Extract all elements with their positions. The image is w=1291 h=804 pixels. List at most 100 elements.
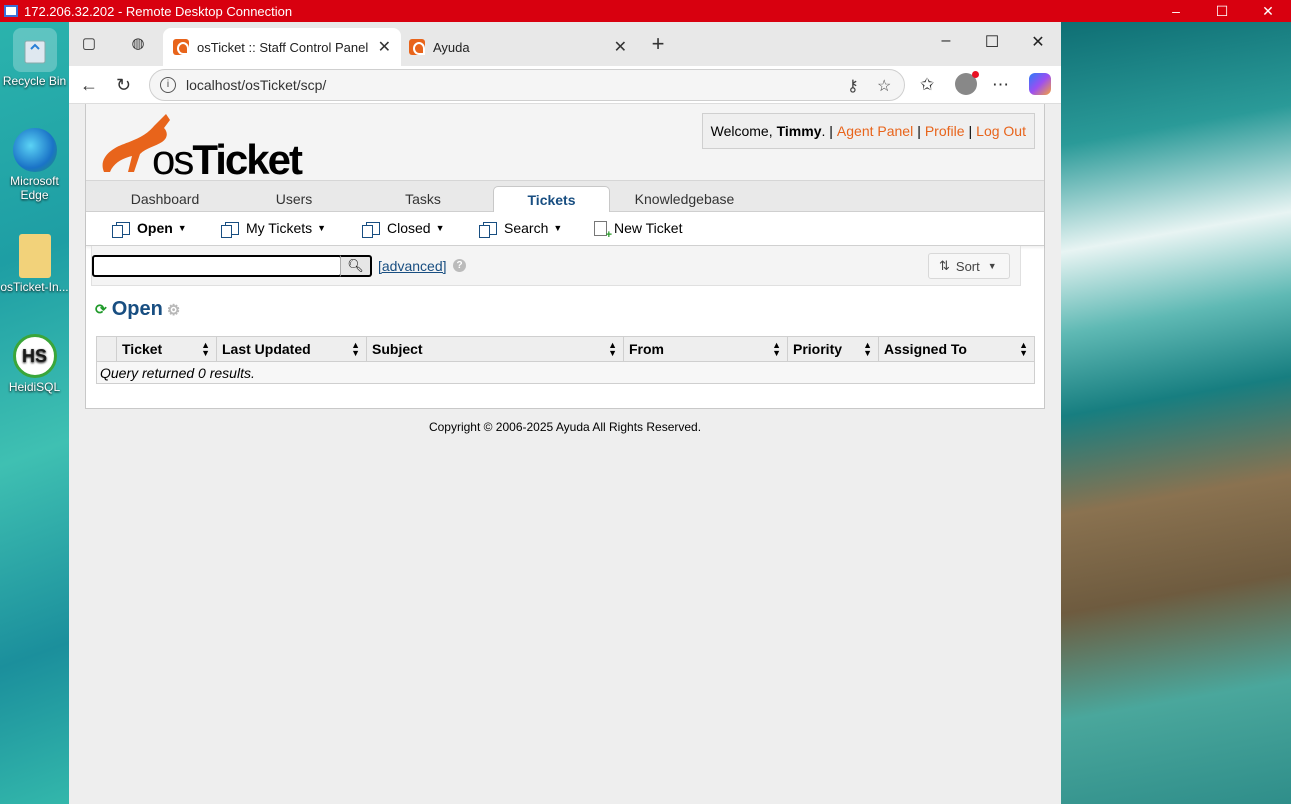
favorite-star-icon[interactable]: ☆: [877, 76, 891, 96]
profile-link[interactable]: Profile: [925, 123, 965, 139]
column-header-ticket[interactable]: Ticket ▲ ▼: [116, 336, 217, 362]
site-info-icon[interactable]: i: [160, 77, 176, 93]
caret-down-icon: ▼: [317, 223, 327, 233]
desktop-icon-edge[interactable]: Microsoft Edge: [0, 128, 69, 202]
rdp-close-button[interactable]: ✕: [1245, 0, 1291, 22]
browser-maximize-button[interactable]: ☐: [977, 32, 1007, 54]
username: Timmy: [776, 123, 822, 139]
sort-dropdown[interactable]: ⇅ Sort ▼: [928, 253, 1010, 279]
subnav-label: My Tickets: [246, 220, 313, 236]
footer-copyright: Copyright © 2006-2025 Ayuda All Rights R…: [428, 420, 702, 434]
desktop-wallpaper-left: Recycle Bin Microsoft Edge osTicket-In..…: [0, 22, 69, 804]
sort-arrows-icon: ▲ ▼: [772, 340, 781, 358]
tab-close-icon[interactable]: ✕: [378, 37, 391, 57]
osticket-logo[interactable]: osTicket: [94, 110, 303, 183]
subnav-label: Open: [137, 220, 173, 236]
desktop-wallpaper-right: [1061, 22, 1291, 804]
tab-knowledgebase[interactable]: Knowledgebase: [616, 186, 753, 213]
tab-label: osTicket :: Staff Control Panel: [197, 39, 369, 55]
gear-icon[interactable]: ⚙: [167, 301, 180, 319]
caret-down-icon: ▼: [987, 261, 997, 271]
desktop-icon-recycle-bin[interactable]: Recycle Bin: [0, 28, 69, 88]
user-info-box: Welcome, Timmy . | Agent Panel | Profile…: [701, 113, 1035, 149]
sort-icon: ⇅: [939, 258, 950, 273]
tickets-icon: [362, 221, 380, 238]
search-icon: 🔍︎: [347, 258, 364, 273]
more-menu-icon[interactable]: ⋯: [992, 75, 1009, 95]
separator: |: [968, 123, 973, 139]
sidebar-toggle-icon[interactable]: ▢: [79, 34, 99, 54]
new-ticket-icon: [594, 220, 612, 241]
tickets-icon: [479, 221, 497, 238]
workspaces-globe-icon[interactable]: ◍: [128, 34, 148, 54]
edge-icon: [12, 128, 57, 172]
tab-dashboard[interactable]: Dashboard: [86, 186, 244, 213]
column-header-assigned-to[interactable]: Assigned To ▲ ▼: [878, 336, 1035, 362]
tab-ayuda[interactable]: Ayuda ✕: [399, 28, 637, 66]
agent-panel-link[interactable]: Agent Panel: [837, 123, 913, 139]
browser-close-button[interactable]: ✕: [1023, 32, 1053, 54]
logout-link[interactable]: Log Out: [976, 123, 1026, 139]
column-header-subject[interactable]: Subject ▲ ▼: [366, 336, 624, 362]
page-header: osTicket Welcome, Timmy . | Agent Panel …: [86, 104, 1044, 183]
logo-text: osTicket: [152, 136, 303, 183]
copilot-icon[interactable]: [1029, 73, 1051, 95]
password-key-icon[interactable]: ⚷: [847, 76, 859, 96]
sort-arrows-icon: ▲ ▼: [351, 340, 360, 358]
desktop-icon-label: osTicket-In...: [0, 280, 69, 294]
tickets-icon: [112, 221, 130, 238]
rdp-title: 172.206.32.202 - Remote Desktop Connecti…: [24, 3, 293, 19]
main-nav: Dashboard Users Tasks Tickets Knowledgeb…: [86, 180, 1044, 214]
tab-close-icon[interactable]: ✕: [614, 37, 627, 57]
subnav-closed[interactable]: Closed ▼: [362, 220, 445, 238]
tab-tickets[interactable]: Tickets: [493, 186, 610, 214]
tab-tasks[interactable]: Tasks: [358, 186, 488, 213]
subnav-label: Closed: [387, 220, 431, 236]
browser-minimize-button[interactable]: –: [931, 32, 961, 54]
folder-icon: [18, 234, 51, 278]
caret-down-icon: ▼: [177, 223, 187, 233]
osticket-favicon-icon: [173, 39, 189, 55]
recycle-bin-icon: [12, 28, 57, 72]
favorites-icon[interactable]: ✩: [920, 75, 934, 95]
subnav-my-tickets[interactable]: My Tickets ▼: [221, 220, 327, 238]
column-header-from[interactable]: From ▲ ▼: [623, 336, 788, 362]
search-button[interactable]: 🔍︎: [340, 255, 372, 277]
tab-users[interactable]: Users: [229, 186, 359, 213]
tab-osticket-staff[interactable]: osTicket :: Staff Control Panel ✕: [163, 28, 401, 66]
caret-down-icon: ▼: [435, 223, 445, 233]
subnav-search[interactable]: Search ▼: [479, 220, 562, 238]
refresh-queue-icon[interactable]: ⟳: [95, 301, 107, 318]
welcome-text: Welcome,: [710, 123, 773, 139]
table-row: Query returned 0 results.: [96, 361, 1035, 384]
queue-title: ⟳ Open ⚙: [95, 298, 180, 321]
rdp-minimize-button[interactable]: –: [1153, 0, 1199, 22]
desktop-icon-heidisql[interactable]: HS HeidiSQL: [0, 334, 69, 394]
new-tab-button[interactable]: +: [648, 31, 668, 56]
select-column-header: [96, 336, 117, 362]
search-input[interactable]: [92, 255, 342, 277]
profile-avatar[interactable]: [955, 71, 979, 95]
sort-arrows-icon: ▲ ▼: [201, 340, 210, 358]
desktop-icon-label: HeidiSQL: [8, 380, 61, 394]
remote-desktop-icon: [4, 5, 18, 17]
rdp-maximize-button[interactable]: ☐: [1199, 0, 1245, 22]
sort-arrows-icon: ▲ ▼: [608, 340, 617, 358]
help-icon[interactable]: ?: [453, 259, 466, 272]
sort-label: Sort: [955, 258, 980, 274]
address-bar: ← ↻ i localhost/osTicket/scp/ ⚷ ☆ ✩ ⋯: [69, 66, 1061, 104]
column-header-last-updated[interactable]: Last Updated ▲ ▼: [216, 336, 367, 362]
desktop-icon-osticket-folder[interactable]: osTicket-In...: [0, 234, 69, 294]
separator: |: [917, 123, 921, 139]
refresh-icon[interactable]: ↻: [116, 75, 131, 96]
advanced-search-link[interactable]: [advanced]: [378, 258, 447, 274]
separator: . |: [821, 123, 833, 139]
subnav-new-ticket[interactable]: New Ticket: [594, 220, 682, 241]
subnav-open[interactable]: Open ▼: [112, 220, 187, 238]
back-icon[interactable]: ←: [80, 75, 98, 96]
column-header-priority[interactable]: Priority ▲ ▼: [787, 336, 879, 362]
desktop-icon-label: Recycle Bin: [2, 74, 67, 88]
url-field[interactable]: i localhost/osTicket/scp/ ⚷ ☆: [149, 69, 905, 101]
queue-title-text[interactable]: Open: [112, 298, 163, 321]
empty-results-message: Query returned 0 results.: [96, 361, 1035, 384]
